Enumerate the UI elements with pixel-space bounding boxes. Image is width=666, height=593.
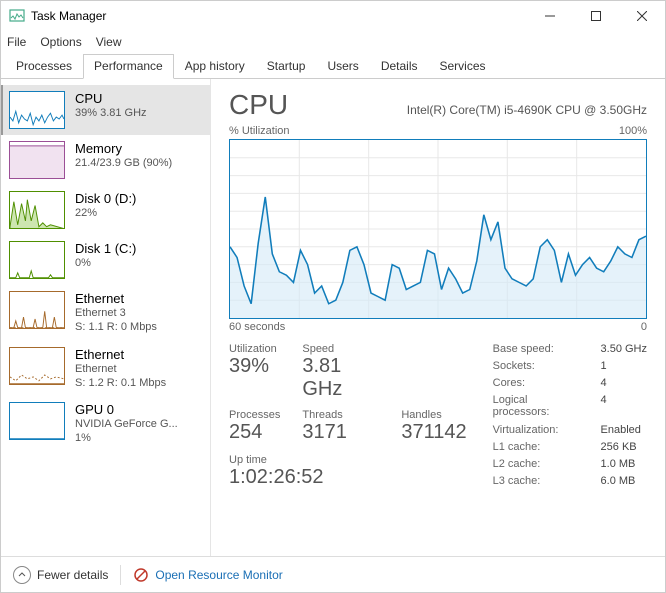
sidebar-item-eth0[interactable]: Ethernet Ethernet 3 S: 1.1 R: 0 Mbps: [1, 285, 210, 341]
base-speed-val: 3.50 GHz: [601, 343, 647, 357]
cores-key: Cores:: [493, 377, 583, 391]
virt-val: Enabled: [601, 424, 647, 438]
gpu0-thumb-icon: [9, 402, 65, 440]
sidebar-eth1-sub1: Ethernet: [75, 362, 166, 376]
eth0-thumb-icon: [9, 291, 65, 329]
tabs: Processes Performance App history Startu…: [1, 53, 665, 79]
sidebar-item-gpu0[interactable]: GPU 0 NVIDIA GeForce G... 1%: [1, 396, 210, 452]
menu-options[interactable]: Options: [40, 35, 81, 49]
uptime-label: Up time: [229, 454, 467, 466]
sidebar-disk0-title: Disk 0 (D:): [75, 191, 136, 206]
sidebar-eth0-sub1: Ethernet 3: [75, 306, 157, 320]
speed-label: Speed: [302, 343, 379, 355]
logical-key: Logical processors:: [493, 394, 583, 420]
sockets-val: 1: [601, 360, 647, 374]
l2-val: 1.0 MB: [601, 458, 647, 472]
tab-users[interactable]: Users: [316, 54, 369, 79]
l3-key: L3 cache:: [493, 475, 583, 489]
base-speed-key: Base speed:: [493, 343, 583, 357]
tab-processes[interactable]: Processes: [5, 54, 83, 79]
tab-app-history[interactable]: App history: [174, 54, 256, 79]
l1-key: L1 cache:: [493, 441, 583, 455]
sockets-key: Sockets:: [493, 360, 583, 374]
fewer-details-label: Fewer details: [37, 568, 108, 582]
footer: Fewer details Open Resource Monitor: [1, 556, 665, 592]
handles-value: 371142: [401, 421, 466, 444]
tab-performance[interactable]: Performance: [83, 54, 174, 79]
tab-services[interactable]: Services: [429, 54, 497, 79]
logical-val: 4: [601, 394, 647, 420]
disk0-thumb-icon: [9, 191, 65, 229]
handles-label: Handles: [401, 409, 466, 421]
sidebar-cpu-title: CPU: [75, 91, 147, 106]
menubar: File Options View: [1, 31, 665, 53]
sidebar-cpu-sub: 39% 3.81 GHz: [75, 106, 147, 120]
sidebar-eth1-title: Ethernet: [75, 347, 166, 362]
eth1-thumb-icon: [9, 347, 65, 385]
cpu-thumb-icon: [9, 91, 65, 129]
titlebar: Task Manager: [1, 1, 665, 31]
memory-thumb-icon: [9, 141, 65, 179]
sidebar-item-disk1[interactable]: Disk 1 (C:) 0%: [1, 235, 210, 285]
sidebar-memory-sub: 21.4/23.9 GB (90%): [75, 156, 172, 170]
minimize-button[interactable]: [527, 1, 573, 31]
sidebar-gpu0-sub2: 1%: [75, 431, 178, 445]
l1-val: 256 KB: [601, 441, 647, 455]
tab-startup[interactable]: Startup: [256, 54, 317, 79]
sidebar-eth0-title: Ethernet: [75, 291, 157, 306]
window-buttons: [527, 1, 665, 31]
utilization-value: 39%: [229, 355, 280, 378]
processes-label: Processes: [229, 409, 280, 421]
l2-key: L2 cache:: [493, 458, 583, 472]
virt-key: Virtualization:: [493, 424, 583, 438]
sidebar-item-memory[interactable]: Memory 21.4/23.9 GB (90%): [1, 135, 210, 185]
sidebar-item-cpu[interactable]: CPU 39% 3.81 GHz: [1, 85, 210, 135]
close-button[interactable]: [619, 1, 665, 31]
utilization-label: Utilization: [229, 343, 280, 355]
disk1-thumb-icon: [9, 241, 65, 279]
main-panel: CPU Intel(R) Core(TM) i5-4690K CPU @ 3.5…: [211, 79, 665, 556]
sidebar-disk1-sub: 0%: [75, 256, 136, 270]
cores-val: 4: [601, 377, 647, 391]
chart-footer-left: 60 seconds: [229, 321, 285, 333]
processes-value: 254: [229, 421, 280, 444]
chart-label-left: % Utilization: [229, 125, 290, 137]
fewer-details-button[interactable]: Fewer details: [13, 566, 108, 584]
menu-view[interactable]: View: [96, 35, 122, 49]
speed-value: 3.81 GHz: [302, 355, 379, 401]
chart-footer-right: 0: [641, 321, 647, 333]
sidebar-item-disk0[interactable]: Disk 0 (D:) 22%: [1, 185, 210, 235]
sidebar-disk0-sub: 22%: [75, 206, 136, 220]
sidebar-disk1-title: Disk 1 (C:): [75, 241, 136, 256]
sidebar-memory-title: Memory: [75, 141, 172, 156]
threads-value: 3171: [302, 421, 379, 444]
chart-label-right: 100%: [619, 125, 647, 137]
resource-monitor-icon: [133, 567, 149, 583]
uptime-value: 1:02:26:52: [229, 466, 467, 489]
sidebar-gpu0-sub1: NVIDIA GeForce G...: [75, 417, 178, 431]
threads-label: Threads: [302, 409, 379, 421]
sidebar: CPU 39% 3.81 GHz Memory 21.4/23.9 GB (90…: [1, 79, 211, 556]
sidebar-item-eth1[interactable]: Ethernet Ethernet S: 1.2 R: 0.1 Mbps: [1, 341, 210, 397]
chevron-up-icon: [13, 566, 31, 584]
open-resource-monitor-label: Open Resource Monitor: [155, 568, 282, 582]
main-subheading: Intel(R) Core(TM) i5-4690K CPU @ 3.50GHz: [407, 103, 647, 117]
cpu-chart: [229, 139, 647, 319]
tab-details[interactable]: Details: [370, 54, 429, 79]
footer-divider: [120, 565, 121, 585]
main-heading: CPU: [229, 89, 288, 121]
app-icon: [9, 8, 25, 24]
l3-val: 6.0 MB: [601, 475, 647, 489]
open-resource-monitor-button[interactable]: Open Resource Monitor: [133, 567, 282, 583]
maximize-button[interactable]: [573, 1, 619, 31]
sidebar-eth0-sub2: S: 1.1 R: 0 Mbps: [75, 320, 157, 334]
window-title: Task Manager: [31, 9, 527, 23]
sidebar-eth1-sub2: S: 1.2 R: 0.1 Mbps: [75, 376, 166, 390]
menu-file[interactable]: File: [7, 35, 26, 49]
sidebar-gpu0-title: GPU 0: [75, 402, 178, 417]
